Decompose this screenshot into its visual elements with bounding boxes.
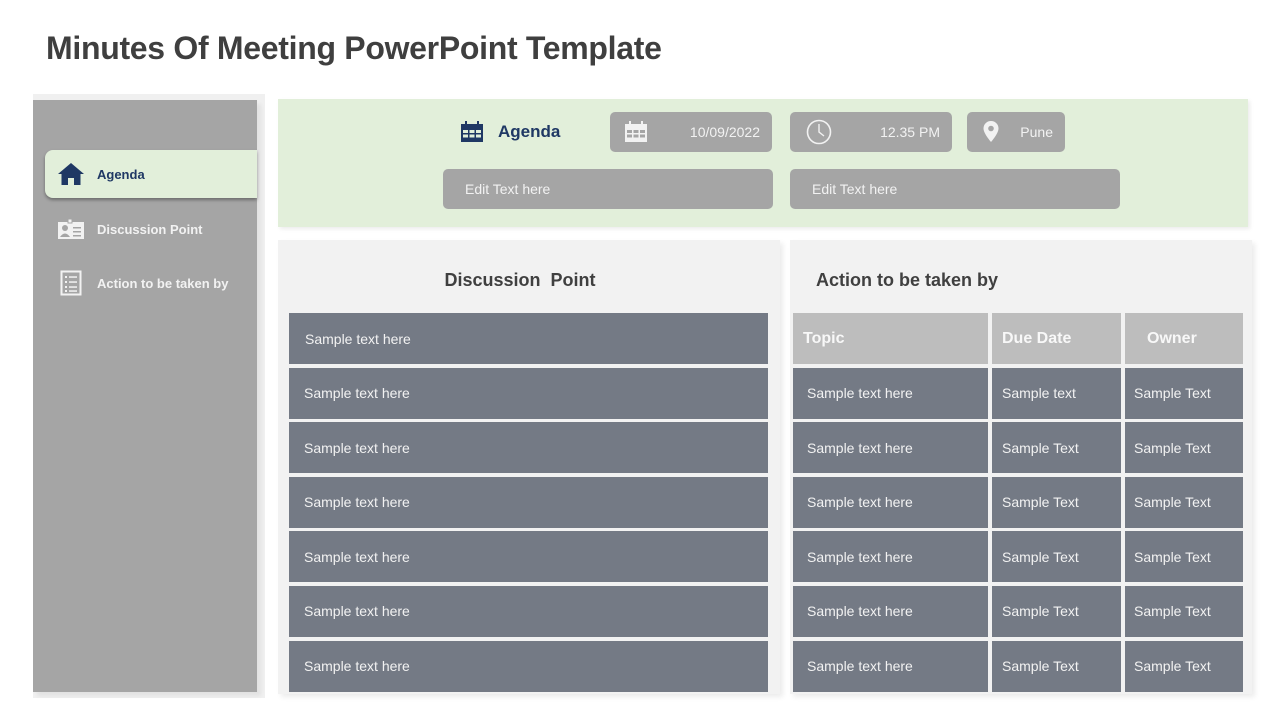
sidebar-item-label: Action to be taken by xyxy=(97,275,229,291)
time-value: 12.35 PM xyxy=(880,124,940,140)
list-item[interactable]: Sample text here xyxy=(289,313,768,364)
sidebar-item-label: Agenda xyxy=(97,166,145,182)
agenda-panel: Agenda 10/09/2022 12.35 PM Pune Edit Tex… xyxy=(278,99,1248,227)
column-header-due-date: Due Date xyxy=(992,313,1121,364)
table-cell-owner[interactable]: Sample Text xyxy=(1125,476,1243,528)
table-cell-owner[interactable]: Sample Text xyxy=(1125,422,1243,474)
table-cell-due-date[interactable]: Sample text xyxy=(992,367,1121,419)
table-row: Sample text here Sample Text Sample Text xyxy=(793,476,1243,528)
table-cell-due-date[interactable]: Sample Text xyxy=(992,422,1121,474)
table-row: Sample text here Sample Text Sample Text xyxy=(793,640,1243,692)
location-pin-icon xyxy=(983,121,999,143)
list-item[interactable]: Sample text here xyxy=(289,640,768,692)
table-cell-due-date[interactable]: Sample Text xyxy=(992,476,1121,528)
clock-icon xyxy=(806,119,832,145)
calendar-icon xyxy=(624,121,648,143)
checklist-icon xyxy=(57,270,85,296)
action-panel: Action to be taken by Topic Due Date Own… xyxy=(790,240,1252,694)
sidebar-item-label: Discussion Point xyxy=(97,221,203,237)
table-row: Sample text here Sample Text Sample Text xyxy=(793,422,1243,474)
action-table: Topic Due Date Owner Sample text here Sa… xyxy=(793,313,1243,695)
table-cell-owner[interactable]: Sample Text xyxy=(1125,585,1243,637)
sidebar-item-agenda[interactable]: Agenda xyxy=(45,150,257,198)
sidebar: Agenda Discussion Point Action to be tak… xyxy=(33,100,257,692)
table-cell-topic[interactable]: Sample text here xyxy=(793,422,988,474)
table-cell-topic[interactable]: Sample text here xyxy=(793,367,988,419)
table-cell-owner[interactable]: Sample Text xyxy=(1125,367,1243,419)
table-header-row: Topic Due Date Owner xyxy=(793,313,1243,364)
location-field[interactable]: Pune xyxy=(967,112,1065,152)
list-item[interactable]: Sample text here xyxy=(289,531,768,583)
discussion-list: Sample text here Sample text here Sample… xyxy=(289,313,768,695)
time-field[interactable]: 12.35 PM xyxy=(790,112,952,152)
table-cell-topic[interactable]: Sample text here xyxy=(793,585,988,637)
table-cell-owner[interactable]: Sample Text xyxy=(1125,531,1243,583)
edit-text-box-1[interactable]: Edit Text here xyxy=(443,169,773,209)
table-row: Sample text here Sample Text Sample Text xyxy=(793,531,1243,583)
list-item[interactable]: Sample text here xyxy=(289,585,768,637)
discussion-heading: Discussion Point xyxy=(444,270,596,290)
table-cell-due-date[interactable]: Sample Text xyxy=(992,531,1121,583)
column-header-owner: Owner xyxy=(1125,313,1243,364)
sidebar-item-action-to-be-taken-by[interactable]: Action to be taken by xyxy=(45,259,257,307)
page-title: Minutes Of Meeting PowerPoint Template xyxy=(46,30,662,66)
table-cell-owner[interactable]: Sample Text xyxy=(1125,640,1243,692)
discussion-panel: Discussion Point Sample text here Sample… xyxy=(278,240,780,694)
calendar-icon xyxy=(460,121,484,143)
list-item[interactable]: Sample text here xyxy=(289,476,768,528)
sidebar-item-discussion-point[interactable]: Discussion Point xyxy=(45,205,257,253)
id-card-icon xyxy=(57,217,85,241)
table-cell-topic[interactable]: Sample text here xyxy=(793,531,988,583)
location-value: Pune xyxy=(1020,124,1053,140)
column-header-topic: Topic xyxy=(793,313,988,364)
home-icon xyxy=(57,162,85,186)
edit-text-box-2[interactable]: Edit Text here xyxy=(790,169,1120,209)
date-value: 10/09/2022 xyxy=(689,124,760,140)
list-item[interactable]: Sample text here xyxy=(289,367,768,419)
agenda-heading: Agenda xyxy=(460,121,560,143)
table-row: Sample text here Sample text Sample Text xyxy=(793,367,1243,419)
action-heading: Action to be taken by xyxy=(816,270,999,290)
table-cell-due-date[interactable]: Sample Text xyxy=(992,585,1121,637)
list-item[interactable]: Sample text here xyxy=(289,422,768,474)
table-row: Sample text here Sample Text Sample Text xyxy=(793,585,1243,637)
date-field[interactable]: 10/09/2022 xyxy=(610,112,772,152)
table-cell-due-date[interactable]: Sample Text xyxy=(992,640,1121,692)
table-cell-topic[interactable]: Sample text here xyxy=(793,476,988,528)
agenda-label: Agenda xyxy=(498,122,561,141)
table-cell-topic[interactable]: Sample text here xyxy=(793,640,988,692)
